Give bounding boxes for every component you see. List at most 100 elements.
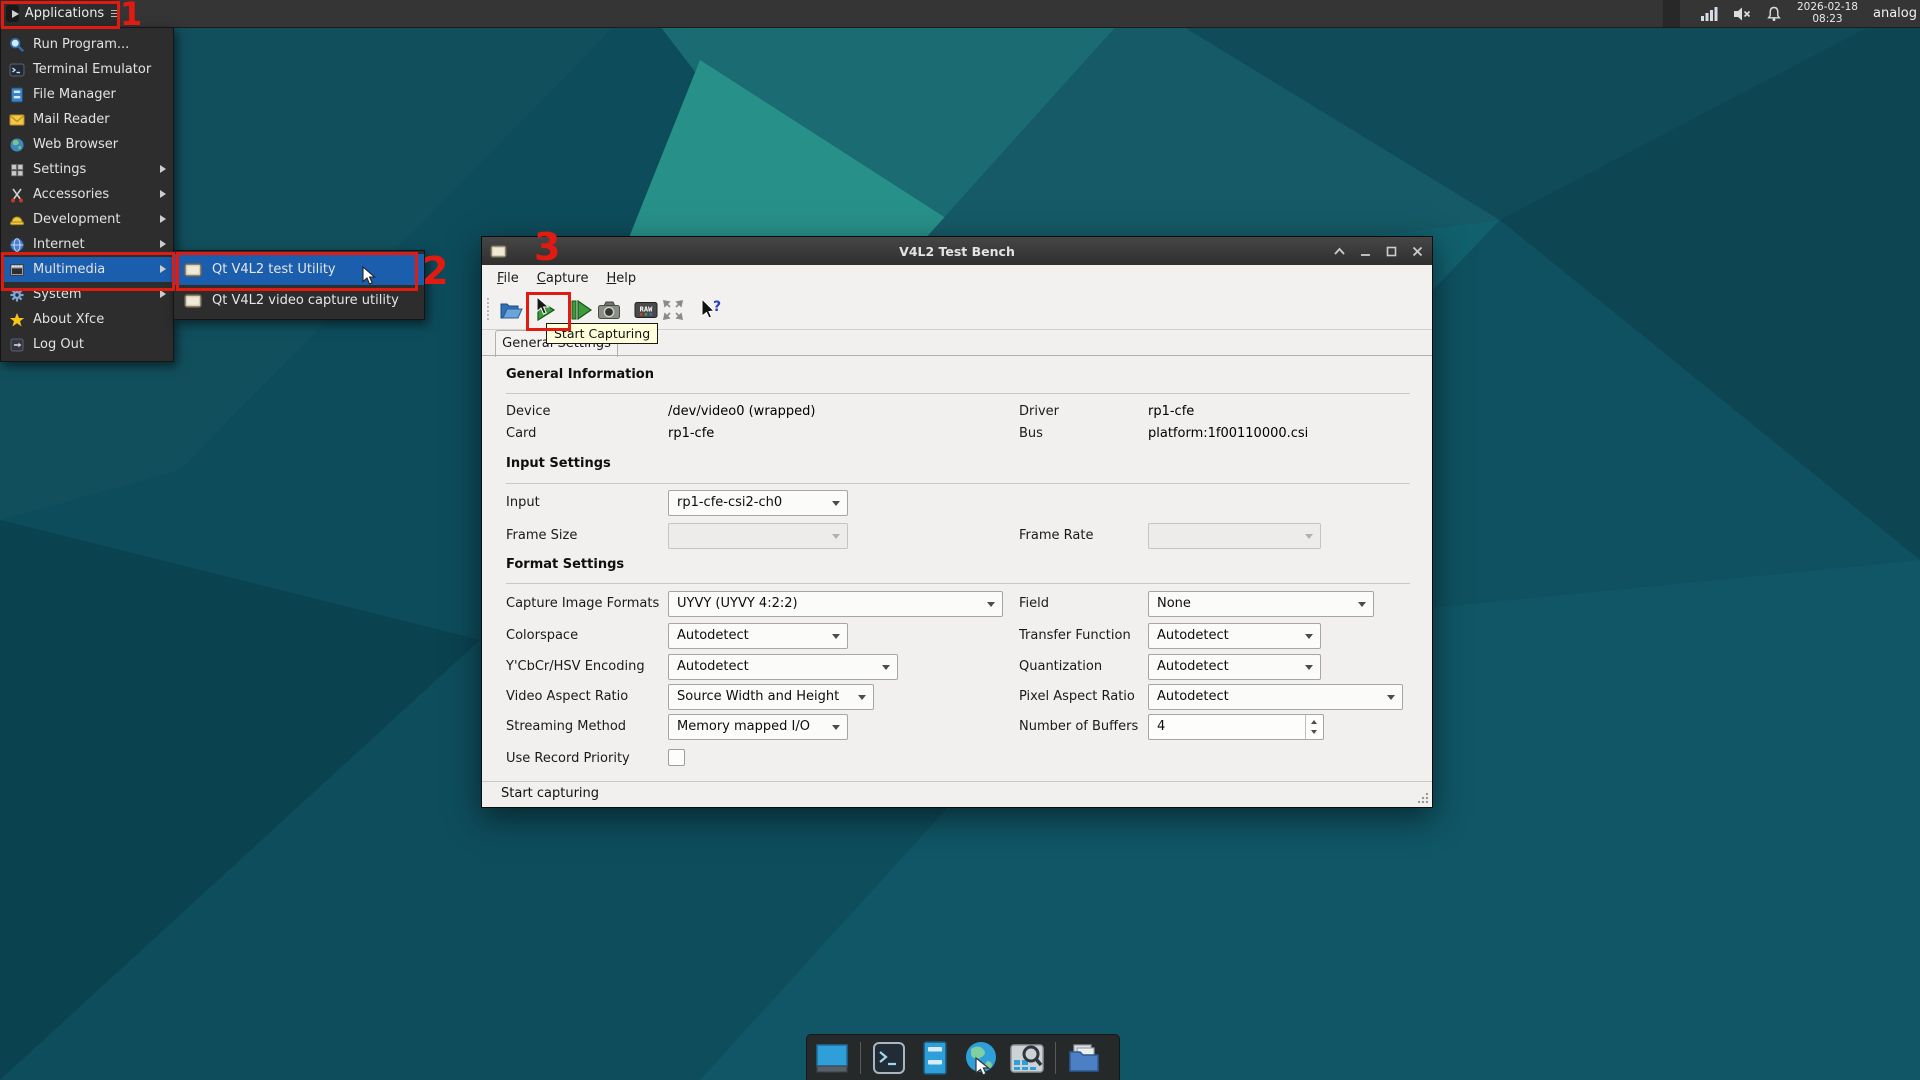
buffers-spinbox[interactable]: 4 bbox=[1148, 714, 1324, 740]
driver-value: rp1-cfe bbox=[1148, 404, 1194, 419]
menu-item-development[interactable]: Development bbox=[1, 207, 173, 232]
input-select[interactable]: rp1-cfe-csi2-ch0 bbox=[668, 490, 848, 516]
multimedia-submenu: Qt V4L2 test Utility Qt V4L2 video captu… bbox=[173, 250, 425, 320]
clock[interactable]: 2026-02-18 08:23 bbox=[1797, 2, 1858, 25]
bus-label: Bus bbox=[1019, 426, 1043, 441]
spin-down-icon bbox=[1311, 730, 1317, 734]
video-aspect-select[interactable]: Source Width and Height bbox=[668, 684, 874, 710]
frame-rate-label: Frame Rate bbox=[1019, 528, 1093, 543]
card-label: Card bbox=[506, 426, 536, 441]
input-label: Input bbox=[506, 495, 540, 510]
submenu-arrow-icon bbox=[160, 240, 166, 248]
submenu-item-qv4l2[interactable]: Qt V4L2 test Utility bbox=[174, 254, 424, 285]
notifications-bell-icon[interactable] bbox=[1766, 6, 1782, 22]
start-capturing-button[interactable] bbox=[530, 295, 560, 325]
terminal-icon bbox=[9, 62, 25, 78]
fullscreen-button[interactable] bbox=[658, 295, 688, 325]
pixel-aspect-select[interactable]: Autodetect bbox=[1148, 684, 1403, 710]
menu-item-web-browser[interactable]: Web Browser bbox=[1, 132, 173, 157]
maximize-button[interactable] bbox=[1385, 245, 1398, 258]
open-file-button[interactable] bbox=[496, 295, 526, 325]
camera-icon bbox=[596, 297, 622, 323]
minimize-button[interactable] bbox=[1359, 245, 1372, 258]
transfer-function-label: Transfer Function bbox=[1019, 628, 1131, 643]
record-priority-checkbox[interactable] bbox=[668, 749, 685, 766]
shade-button[interactable] bbox=[1333, 245, 1346, 258]
file-folder-icon[interactable] bbox=[1066, 1040, 1102, 1076]
volume-muted-icon[interactable] bbox=[1734, 6, 1751, 22]
window-statusbar: Start capturing bbox=[482, 781, 1432, 807]
menu-capture[interactable]: Capture bbox=[528, 265, 598, 292]
transfer-function-select[interactable]: Autodetect bbox=[1148, 623, 1321, 649]
frame-rate-select bbox=[1148, 523, 1321, 549]
capture-frame-button[interactable] bbox=[565, 295, 595, 325]
spin-buttons[interactable] bbox=[1305, 715, 1323, 739]
system-icon bbox=[9, 287, 25, 303]
menu-item-internet[interactable]: Internet bbox=[1, 232, 173, 257]
ycbcr-select[interactable]: Autodetect bbox=[668, 654, 898, 680]
menu-item-multimedia[interactable]: Multimedia bbox=[1, 257, 173, 282]
menu-help[interactable]: Help bbox=[597, 265, 645, 292]
colorspace-label: Colorspace bbox=[506, 628, 578, 643]
svg-text:?: ? bbox=[713, 299, 721, 315]
toolbar-grip[interactable] bbox=[487, 298, 489, 322]
tab-pane-border bbox=[482, 355, 1432, 356]
app-finder-icon[interactable] bbox=[1009, 1040, 1045, 1076]
username-label: analog bbox=[1873, 6, 1917, 21]
annotation-number-1: 1 bbox=[120, 0, 142, 30]
clock-time: 08:23 bbox=[1797, 14, 1858, 26]
chevron-down-icon bbox=[1305, 534, 1313, 539]
section-rule bbox=[506, 583, 1410, 584]
buffers-label: Number of Buffers bbox=[1019, 719, 1138, 734]
snapshot-button[interactable] bbox=[594, 295, 624, 325]
desktop: Applications 2026-02-18 08:23 analog Run… bbox=[0, 0, 1920, 1080]
menu-item-about-xfce[interactable]: About Xfce bbox=[1, 307, 173, 332]
driver-label: Driver bbox=[1019, 404, 1059, 419]
chevron-down-icon bbox=[832, 534, 840, 539]
window-title: V4L2 Test Bench bbox=[482, 244, 1432, 259]
star-icon bbox=[9, 312, 25, 328]
save-raw-button[interactable]: RAW bbox=[631, 295, 661, 325]
submenu-item-qvidcap[interactable]: Qt V4L2 video capture utility bbox=[174, 285, 424, 316]
menu-item-log-out[interactable]: Log Out bbox=[1, 332, 173, 357]
save-raw-icon: RAW bbox=[633, 297, 659, 323]
close-button[interactable] bbox=[1411, 245, 1424, 258]
window-titlebar[interactable]: V4L2 Test Bench bbox=[482, 237, 1432, 265]
applications-menu: Run Program... Terminal Emulator File Ma… bbox=[0, 27, 174, 362]
menu-item-system[interactable]: System bbox=[1, 282, 173, 307]
field-label: Field bbox=[1019, 596, 1049, 611]
card-value: rp1-cfe bbox=[668, 426, 714, 441]
chevron-down-icon bbox=[1358, 602, 1366, 607]
resize-grip[interactable] bbox=[1418, 793, 1428, 803]
web-browser-icon[interactable] bbox=[963, 1040, 999, 1076]
menu-item-settings[interactable]: Settings bbox=[1, 157, 173, 182]
menu-item-run-program[interactable]: Run Program... bbox=[1, 32, 173, 57]
streaming-method-select[interactable]: Memory mapped I/O bbox=[668, 714, 848, 740]
network-signal-icon[interactable] bbox=[1701, 6, 1719, 22]
applications-menu-button[interactable]: Applications bbox=[0, 0, 118, 27]
menu-item-mail-reader[interactable]: Mail Reader bbox=[1, 107, 173, 132]
record-priority-label: Use Record Priority bbox=[506, 751, 630, 766]
field-select[interactable]: None bbox=[1148, 591, 1374, 617]
chevron-down-icon bbox=[882, 665, 890, 670]
show-desktop-icon[interactable] bbox=[814, 1040, 850, 1076]
svg-text:RAW: RAW bbox=[640, 306, 653, 314]
system-tray: 2026-02-18 08:23 analog bbox=[1663, 0, 1920, 27]
device-label: Device bbox=[506, 404, 550, 419]
annotation-number-3: 3 bbox=[534, 228, 560, 266]
multimedia-icon bbox=[9, 262, 25, 278]
menu-item-terminal-emulator[interactable]: Terminal Emulator bbox=[1, 57, 173, 82]
menu-item-accessories[interactable]: Accessories bbox=[1, 182, 173, 207]
whats-this-button[interactable]: ? bbox=[696, 295, 726, 325]
capture-formats-select[interactable]: UYVY (UYVY 4:2:2) bbox=[668, 591, 1003, 617]
colorspace-select[interactable]: Autodetect bbox=[668, 623, 848, 649]
submenu-arrow-icon bbox=[160, 190, 166, 198]
chevron-down-icon bbox=[987, 602, 995, 607]
file-manager-icon[interactable] bbox=[917, 1040, 953, 1076]
terminal-icon[interactable] bbox=[871, 1040, 907, 1076]
whats-this-icon: ? bbox=[698, 297, 724, 323]
quantization-select[interactable]: Autodetect bbox=[1148, 654, 1321, 680]
menu-file[interactable]: File bbox=[488, 265, 528, 292]
menu-item-file-manager[interactable]: File Manager bbox=[1, 82, 173, 107]
section-rule bbox=[506, 483, 1410, 484]
